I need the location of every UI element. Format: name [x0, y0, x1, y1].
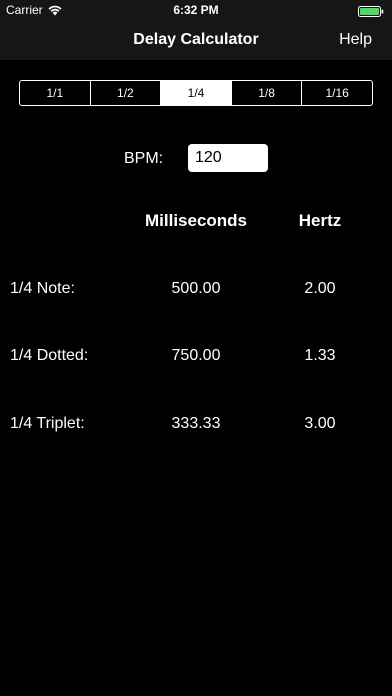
dotted-hertz-value: 1.33 [304, 347, 336, 364]
navigation-bar: Delay Calculator Help [0, 22, 392, 60]
note-milliseconds-value: 500.00 [171, 280, 221, 297]
bpm-label: BPM: [124, 150, 164, 167]
note-length-segmented-control: 1/1 1/2 1/4 1/8 1/16 [19, 80, 373, 106]
triplet-row-label: 1/4 Triplet: [10, 415, 85, 432]
dotted-milliseconds-value: 750.00 [171, 347, 221, 364]
segment-1-8[interactable]: 1/8 [232, 81, 303, 105]
hertz-header: Hertz [298, 211, 342, 230]
help-button[interactable]: Help [339, 31, 372, 49]
page-title: Delay Calculator [133, 31, 259, 48]
segment-1-16[interactable]: 1/16 [302, 81, 372, 105]
segment-1-4[interactable]: 1/4 [161, 81, 232, 105]
note-row-label: 1/4 Note: [10, 280, 75, 297]
triplet-milliseconds-value: 333.33 [171, 415, 221, 432]
note-hertz-value: 2.00 [304, 280, 336, 297]
dotted-row-label: 1/4 Dotted: [10, 347, 89, 364]
segment-1-2[interactable]: 1/2 [91, 81, 162, 105]
battery-icon [358, 6, 384, 17]
segment-1-1[interactable]: 1/1 [20, 81, 91, 105]
triplet-hertz-value: 3.00 [304, 415, 336, 432]
bpm-input[interactable] [188, 144, 268, 172]
milliseconds-header: Milliseconds [144, 211, 248, 230]
status-bar: Carrier 6:32 PM [0, 0, 392, 22]
status-time: 6:32 PM [173, 3, 219, 17]
